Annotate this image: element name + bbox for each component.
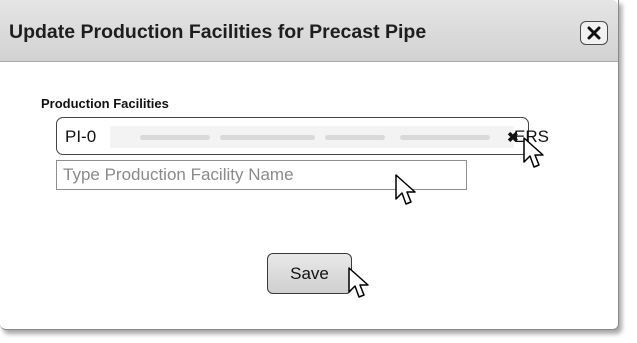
remove-facility-icon[interactable]: ✖ [507,129,519,146]
pointer-cursor [395,174,416,205]
selected-facilities-box[interactable]: PI-0 ERS ✖ [56,117,549,155]
save-button[interactable]: Save [267,253,352,294]
close-button[interactable] [580,21,608,45]
redacted-facility-name [110,126,514,148]
production-facilities-label: Production Facilities [41,96,169,111]
selected-facility-prefix: PI-0 [65,127,97,146]
pointer-cursor [523,137,544,168]
pointer-cursor [348,267,369,298]
dialog-titlebar: Update Production Facilities for Precast… [0,0,618,62]
dialog-title: Update Production Facilities for Precast… [9,21,427,43]
close-icon [587,26,601,40]
